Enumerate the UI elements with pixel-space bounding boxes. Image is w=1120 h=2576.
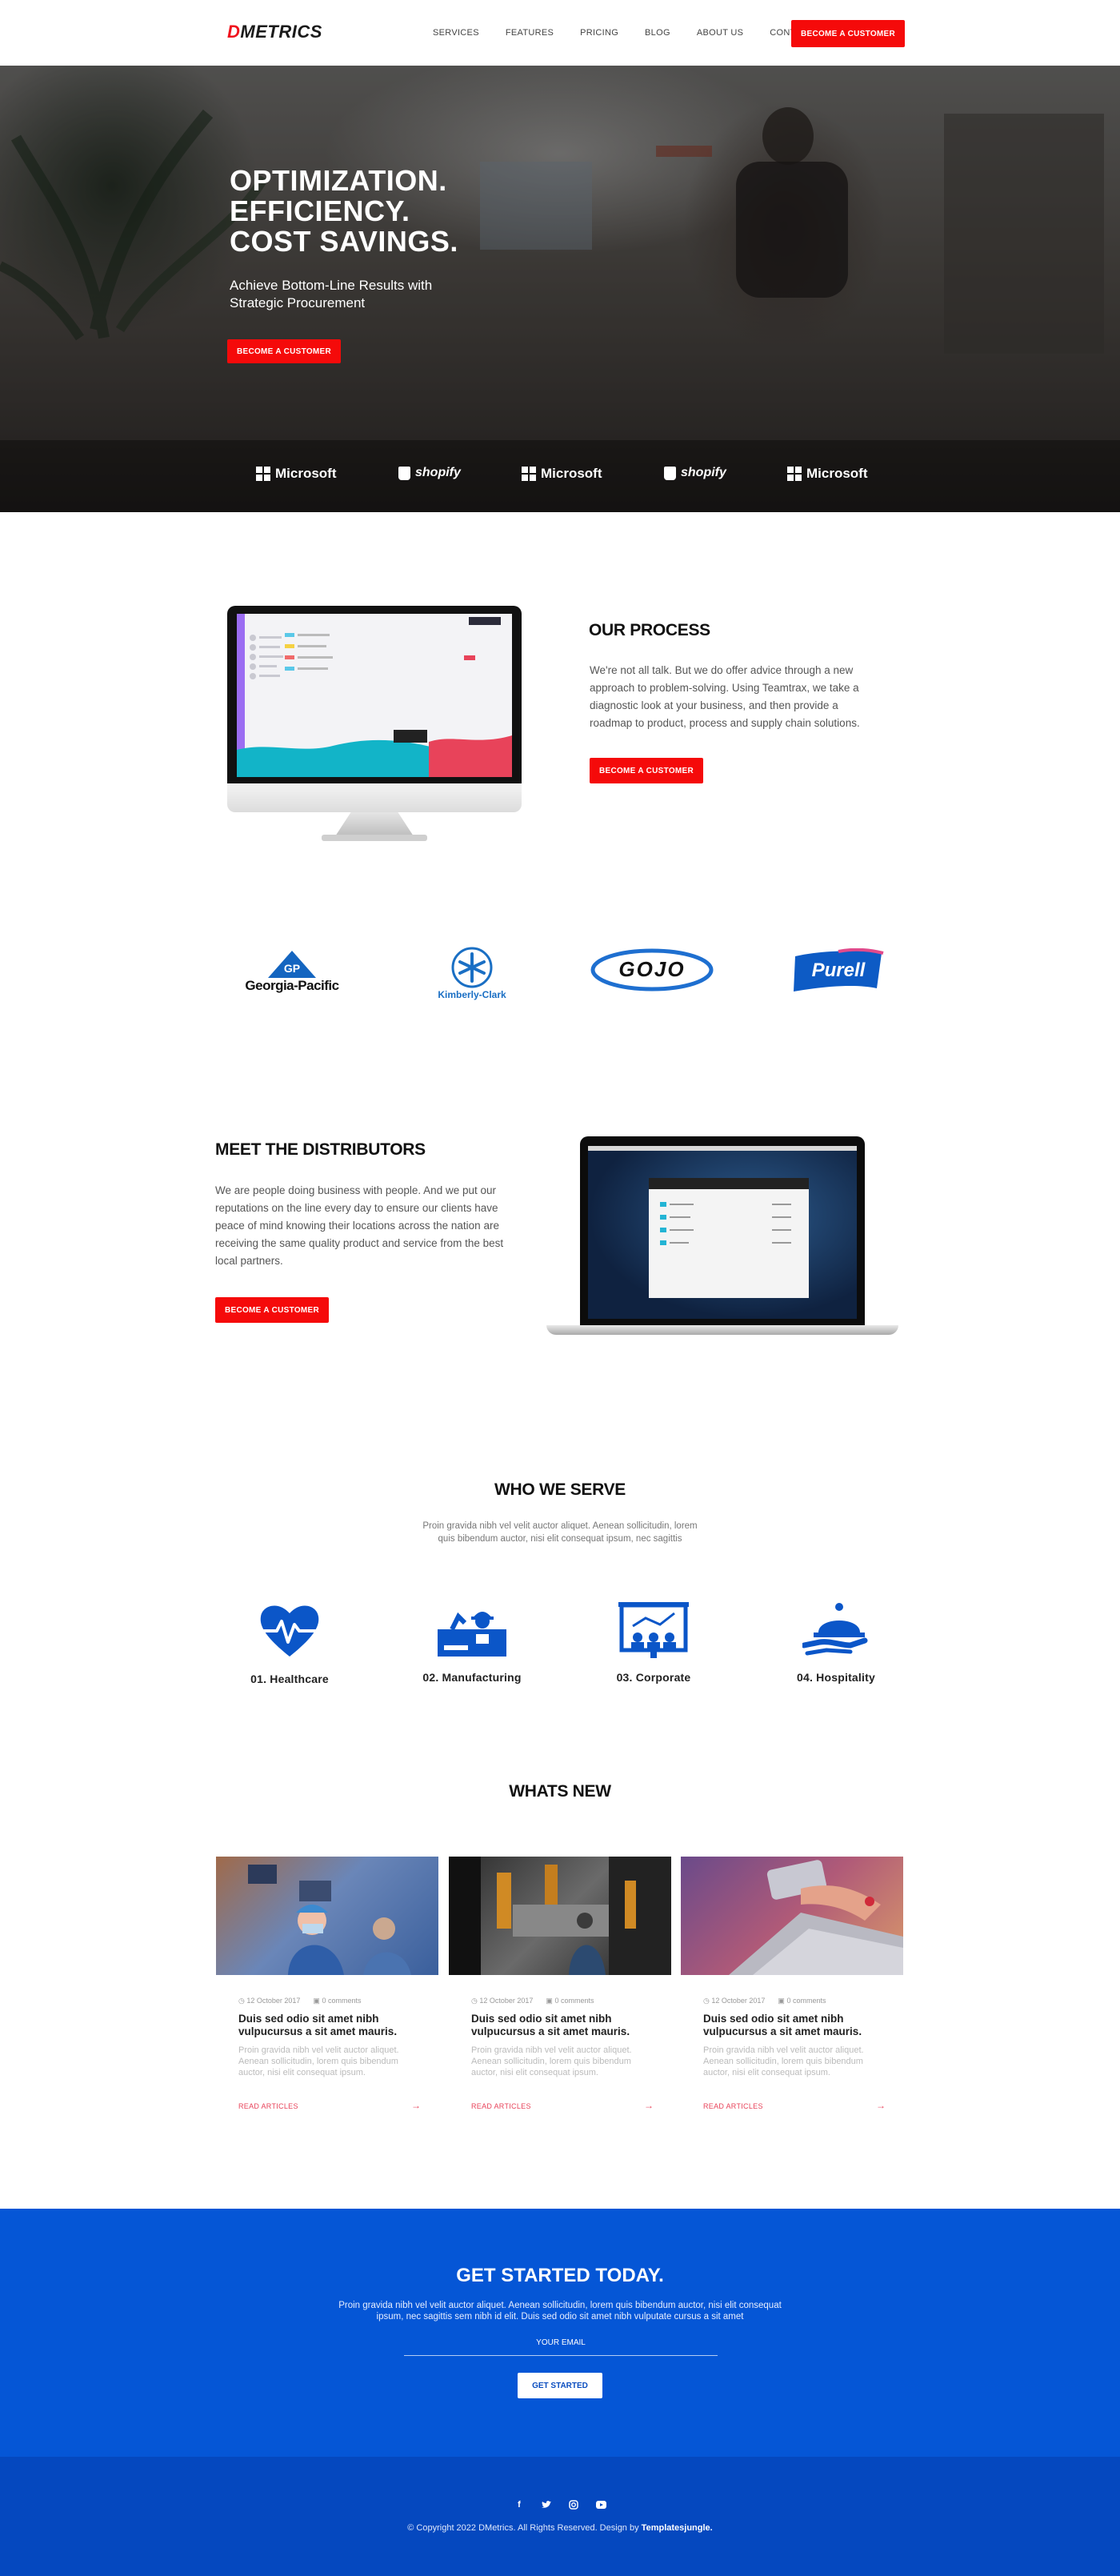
nav-about-us[interactable]: ABOUT US	[697, 28, 743, 38]
partner-logo-shopify: shopify	[664, 466, 726, 480]
arrow-right-icon[interactable]: →	[411, 2100, 421, 2111]
arrow-right-icon[interactable]: →	[644, 2100, 654, 2111]
get-started-section: GET STARTED TODAY. Proin gravida nibh ve…	[0, 2209, 1120, 2457]
partner-logo-microsoft: Microsoft	[522, 466, 602, 482]
partner-logo-strip: Microsoft shopify Microsoft shopify Micr…	[0, 440, 1120, 512]
nav-features[interactable]: FEATURES	[506, 28, 554, 38]
nav-pricing[interactable]: PRICING	[580, 28, 618, 38]
read-articles-link[interactable]: READ ARTICLES	[238, 2102, 298, 2110]
top-navbar: DMETRICS SERVICES FEATURES PRICING BLOG …	[0, 0, 1120, 66]
twitter-icon[interactable]	[541, 2499, 552, 2510]
windows-icon	[256, 467, 270, 481]
process-title: OUR PROCESS	[589, 621, 710, 639]
partner-logo-microsoft: Microsoft	[256, 466, 337, 482]
kimberly-clark-emblem-icon	[451, 947, 493, 988]
read-articles-link[interactable]: READ ARTICLES	[471, 2102, 531, 2110]
gp-triangle-icon: GP	[268, 951, 316, 978]
distributors-become-customer-button[interactable]: BECOME A CUSTOMER	[215, 1297, 329, 1323]
news-title: WHATS NEW	[509, 1782, 611, 1801]
partner-logo-microsoft: Microsoft	[787, 466, 868, 482]
heart-pulse-icon	[260, 1605, 319, 1657]
nav-services[interactable]: SERVICES	[433, 28, 479, 38]
facebook-icon[interactable]: f	[514, 2499, 525, 2510]
distributors-title: MEET THE DISTRIBUTORS	[215, 1140, 426, 1159]
windows-icon	[787, 467, 802, 481]
service-bell-icon	[802, 1603, 868, 1656]
imac-mockup	[227, 606, 522, 844]
news-card-title[interactable]: Duis sed odio sit amet nibh vulpucursus …	[703, 2013, 887, 2038]
brand-logo-kimberly-clark: Kimberly-Clark	[424, 943, 520, 1004]
macbook-mockup	[546, 1136, 898, 1340]
hero-become-customer-button[interactable]: BECOME A CUSTOMER	[227, 339, 341, 363]
serve-title: WHO WE SERVE	[494, 1480, 626, 1499]
news-card-meta: ◷ 12 October 2017 ▣ 0 comments	[703, 1997, 826, 2005]
youtube-icon[interactable]	[595, 2499, 606, 2510]
nav-blog[interactable]: BLOG	[645, 28, 670, 38]
brand-logo-gojo: GOJO	[590, 947, 714, 992]
svg-text:GP: GP	[284, 962, 300, 975]
hero-subtitle: Achieve Bottom-Line Results with Strateg…	[230, 278, 433, 310]
news-card-excerpt: Proin gravida nibh vel velit auctor aliq…	[238, 2045, 399, 2077]
news-card-image-laptop-phone	[681, 1857, 903, 1975]
brand-logo-georgia-pacific: GP Georgia-Pacific	[232, 944, 352, 1000]
news-card-title[interactable]: Duis sed odio sit amet nibh vulpucursus …	[238, 2013, 422, 2038]
comment-icon: ▣ 0 comments	[546, 1997, 594, 2005]
serve-item-hospitality: 04. Hospitality	[764, 1600, 908, 1684]
site-logo[interactable]: DMETRICS	[227, 22, 322, 42]
comment-icon: ▣ 0 comments	[778, 1997, 826, 2005]
arrow-right-icon[interactable]: →	[876, 2100, 886, 2111]
dashboard-screenshot	[237, 614, 512, 777]
calendar-icon: ◷ 12 October 2017	[471, 1997, 534, 2005]
calendar-icon: ◷ 12 October 2017	[703, 1997, 766, 2005]
serve-item-corporate: 03. Corporate	[582, 1602, 726, 1684]
hero-headline: OPTIMIZATION. EFFICIENCY. COST SAVINGS.	[230, 164, 458, 258]
cta-body: Proin gravida nibh vel velit auctor aliq…	[338, 2301, 782, 2322]
news-card-meta: ◷ 12 October 2017 ▣ 0 comments	[471, 1997, 594, 2005]
app-window-screenshot	[588, 1146, 857, 1319]
hero-section: OPTIMIZATION. EFFICIENCY. COST SAVINGS. …	[0, 66, 1120, 512]
news-card-title[interactable]: Duis sed odio sit amet nibh vulpucursus …	[471, 2013, 655, 2038]
serve-subtitle: Proin gravida nibh vel velit auctor aliq…	[422, 1521, 698, 1544]
news-card-meta: ◷ 12 October 2017 ▣ 0 comments	[238, 1997, 361, 2005]
process-body: We're not all talk. But we do offer advi…	[590, 664, 860, 729]
get-started-button[interactable]: GET STARTED	[518, 2373, 602, 2398]
factory-worker-icon	[438, 1612, 506, 1657]
shopping-bag-icon	[664, 466, 676, 480]
news-card-image-surgery	[216, 1857, 438, 1975]
read-articles-link[interactable]: READ ARTICLES	[703, 2102, 763, 2110]
serve-item-manufacturing: 02. Manufacturing	[400, 1602, 544, 1684]
news-card-excerpt: Proin gravida nibh vel velit auctor aliq…	[703, 2045, 864, 2077]
nav-become-customer-button[interactable]: BECOME A CUSTOMER	[791, 20, 905, 47]
news-card[interactable]: ◷ 12 October 2017 ▣ 0 comments Duis sed …	[681, 1857, 903, 2113]
shopping-bag-icon	[398, 466, 410, 480]
windows-icon	[522, 467, 536, 481]
calendar-icon: ◷ 12 October 2017	[238, 1997, 301, 2005]
comment-icon: ▣ 0 comments	[313, 1997, 362, 2005]
news-card-excerpt: Proin gravida nibh vel velit auctor aliq…	[471, 2045, 632, 2077]
email-input[interactable]: YOUR EMAIL	[404, 2335, 718, 2356]
copyright-text: © Copyright 2022 DMetrics. All Rights Re…	[407, 2523, 713, 2533]
process-become-customer-button[interactable]: BECOME A CUSTOMER	[590, 758, 703, 783]
news-card[interactable]: ◷ 12 October 2017 ▣ 0 comments Duis sed …	[449, 1857, 671, 2113]
presentation-icon	[618, 1602, 689, 1658]
news-card[interactable]: ◷ 12 October 2017 ▣ 0 comments Duis sed …	[216, 1857, 438, 2113]
news-card-image-factory	[449, 1857, 671, 1975]
partner-logo-shopify: shopify	[398, 466, 461, 480]
instagram-icon[interactable]	[568, 2499, 579, 2510]
social-links: f	[0, 2499, 1120, 2510]
distributors-body: We are people doing business with people…	[215, 1184, 504, 1267]
cta-title: GET STARTED TODAY.	[456, 2265, 664, 2286]
footer: f © Copyright 2022 DMetrics. All Rights …	[0, 2457, 1120, 2576]
serve-item-healthcare: 01. Healthcare	[218, 1600, 362, 1685]
main-menu: SERVICES FEATURES PRICING BLOG ABOUT US …	[433, 28, 840, 38]
brand-logo-purell: Purell	[790, 948, 886, 993]
designer-credit-link[interactable]: Templatesjungle.	[642, 2523, 713, 2533]
